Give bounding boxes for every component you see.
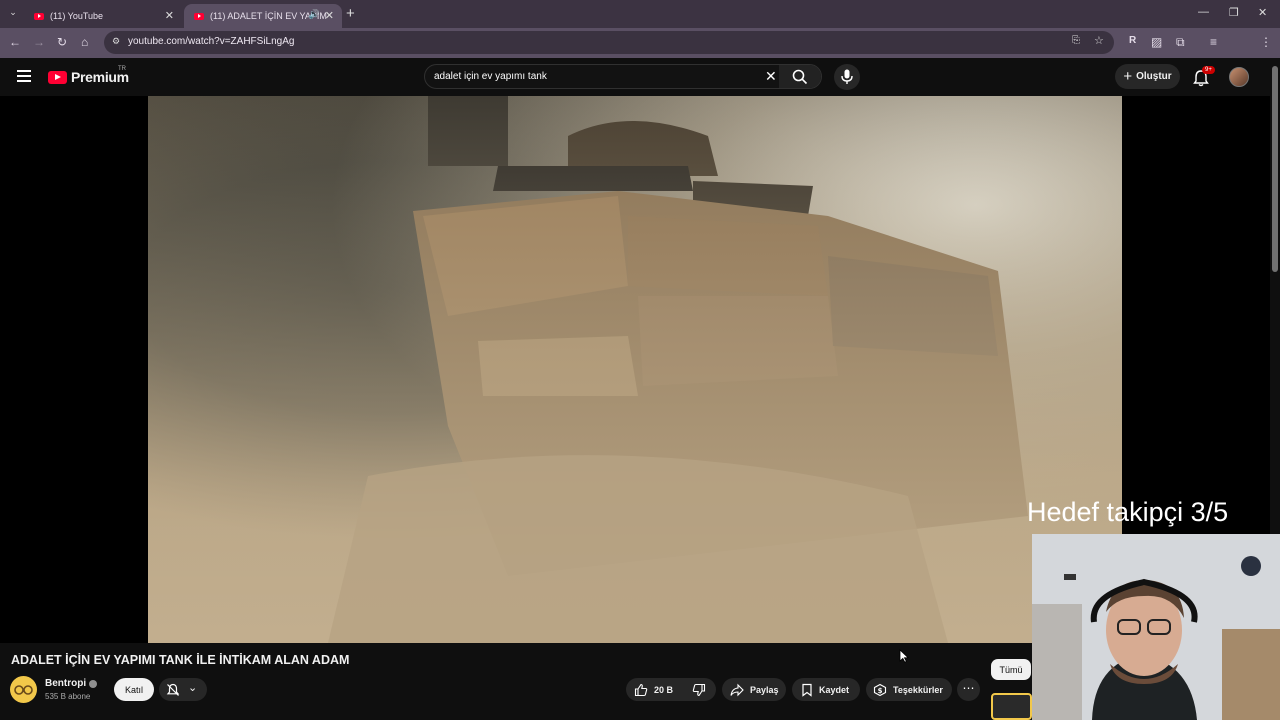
extensions-puzzle-icon[interactable]: ⧉: [1176, 35, 1185, 50]
like-count: 20 B: [654, 684, 674, 695]
minimize-icon[interactable]: —: [1198, 6, 1209, 18]
video-title: ADALET İÇİN EV YAPIMI TANK İLE İNTİKAM A…: [11, 653, 350, 667]
dislike-button[interactable]: [688, 678, 716, 701]
more-actions-icon[interactable]: ⋯: [957, 678, 980, 701]
video-content-scene: [148, 96, 1122, 643]
chevron-down-icon: ⌄: [188, 682, 198, 694]
youtube-premium-logo[interactable]: Premium TR: [48, 66, 129, 85]
search-button[interactable]: [779, 65, 821, 88]
back-arrow-icon[interactable]: ←: [9, 35, 21, 49]
save-label: Kaydet: [819, 684, 850, 695]
microphone-icon: [841, 69, 853, 84]
search-icon: [792, 69, 808, 85]
window-close-icon[interactable]: ✕: [1258, 6, 1267, 19]
webcam-person-image: [1032, 534, 1280, 720]
channel-avatar[interactable]: [10, 676, 37, 703]
thumbs-up-icon: [634, 683, 648, 696]
share-label: Paylaş: [750, 684, 779, 695]
restore-icon[interactable]: ❐: [1229, 6, 1239, 19]
create-label: Oluştur: [1136, 71, 1172, 82]
hamburger-menu-icon[interactable]: [17, 70, 31, 82]
subscriber-count: 535 B abone: [45, 692, 91, 701]
bookmark-star-icon[interactable]: ☆: [1094, 34, 1104, 47]
search-box[interactable]: adalet için ev yapımı tank ✕: [424, 64, 822, 89]
subscription-notifications-button[interactable]: ⌄: [159, 678, 207, 701]
close-tab-icon[interactable]: ✕: [165, 9, 174, 22]
bell-off-icon: [166, 683, 180, 696]
address-bar[interactable]: ⚙ youtube.com/watch?v=ZAHFSiLngAg ⎘ ☆: [104, 31, 1114, 54]
reload-icon[interactable]: ↻: [57, 35, 67, 49]
thumbs-down-icon: [692, 683, 706, 697]
channel-name[interactable]: Bentropi: [45, 678, 86, 689]
plus-icon: +: [1123, 68, 1133, 85]
create-button[interactable]: + Oluştur: [1115, 64, 1180, 89]
voice-search-button[interactable]: [834, 64, 860, 90]
extension-image-icon[interactable]: ▨: [1151, 35, 1162, 49]
youtube-favicon-icon: [34, 12, 44, 20]
youtube-play-logo-icon: [48, 70, 67, 84]
site-info-icon[interactable]: ⚙: [112, 36, 120, 47]
like-button[interactable]: 20 B: [626, 678, 684, 701]
extension-r-icon[interactable]: R: [1129, 35, 1136, 46]
tab-title: (11) YouTube: [50, 11, 104, 21]
share-button[interactable]: Paylaş: [722, 678, 786, 701]
related-video-thumbnail[interactable]: [991, 693, 1032, 720]
search-input[interactable]: adalet için ev yapımı tank: [434, 71, 547, 82]
thanks-button[interactable]: $ Teşekkürler: [866, 678, 952, 701]
mouse-cursor-icon: [899, 649, 909, 663]
browser-toolbar: ← → ↻ ⌂ ⚙ youtube.com/watch?v=ZAHFSiLngA…: [0, 28, 1280, 77]
youtube-masthead: Premium TR adalet için ev yapımı tank ✕ …: [0, 58, 1280, 96]
thanks-label: Teşekkürler: [893, 684, 943, 695]
browser-tab-youtube[interactable]: (11) YouTube ✕: [24, 4, 182, 28]
channel-avatar-glasses-icon: [14, 685, 33, 695]
country-code: TR: [118, 66, 126, 72]
clear-search-icon[interactable]: ✕: [765, 68, 777, 85]
home-icon[interactable]: ⌂: [81, 35, 88, 49]
audio-playing-icon[interactable]: 🔊: [309, 9, 320, 20]
tab-search-chevron-icon[interactable]: ⌄: [6, 7, 20, 21]
browser-tab-video[interactable]: (11) ADALET İÇİN EV YAPIM 🔊 ✕: [184, 4, 342, 28]
forward-arrow-icon[interactable]: →: [33, 35, 45, 49]
filter-chip-all[interactable]: Tümü: [991, 659, 1031, 680]
verified-badge-icon: [89, 680, 97, 688]
browser-menu-icon[interactable]: ⋮: [1260, 35, 1272, 49]
browser-tab-strip: ⌄ (11) YouTube ✕ (11) ADALET İÇİN EV YAP…: [0, 0, 1280, 28]
notification-badge: 9+: [1202, 66, 1215, 74]
new-tab-icon[interactable]: +: [346, 5, 355, 22]
bookmark-icon: [802, 683, 812, 697]
close-tab-icon[interactable]: ✕: [325, 9, 334, 22]
share-arrow-icon: [730, 683, 744, 696]
media-control-icon[interactable]: ≡: [1210, 35, 1217, 49]
super-thanks-icon: $: [873, 683, 887, 696]
account-avatar[interactable]: [1229, 67, 1249, 87]
join-button[interactable]: Katıl: [114, 678, 154, 701]
youtube-favicon-icon: [194, 12, 204, 20]
install-app-icon[interactable]: ⎘: [1072, 35, 1080, 46]
svg-text:$: $: [878, 687, 883, 695]
url-text: youtube.com/watch?v=ZAHFSiLngAg: [128, 36, 295, 47]
video-frame[interactable]: [148, 96, 1122, 643]
webcam-overlay: [1032, 534, 1280, 720]
follower-goal-overlay: Hedef takipçi 3/5: [1027, 497, 1229, 527]
scrollbar-thumb[interactable]: [1272, 66, 1278, 272]
save-button[interactable]: Kaydet: [792, 678, 860, 701]
